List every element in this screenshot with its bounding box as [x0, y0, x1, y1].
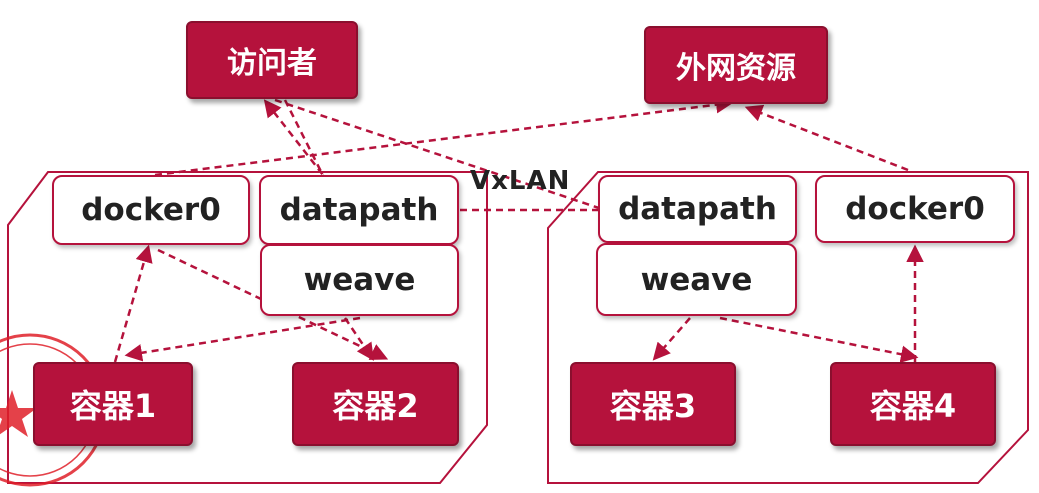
edge-weave-c3 — [652, 317, 691, 361]
vxlan-label: VxLAN — [470, 166, 571, 196]
container-4: 容器4 — [830, 362, 996, 446]
docker0-left: docker0 — [52, 175, 250, 245]
datapath-right: datapath — [598, 175, 797, 243]
container-1: 容器1 — [33, 362, 193, 446]
edge-c1-docker0-left — [113, 244, 153, 363]
edge-docker0-left-external — [154, 96, 734, 177]
container-3: 容器3 — [570, 362, 736, 446]
edge-weave-c4 — [719, 316, 919, 363]
datapath-left: datapath — [259, 175, 459, 245]
visitor-node: 访问者 — [186, 21, 358, 99]
container-2: 容器2 — [292, 362, 459, 446]
edge-weave-c2 — [343, 317, 374, 361]
external-resource-node: 外网资源 — [644, 26, 828, 104]
weave-left: weave — [260, 244, 459, 316]
edge-docker0-right-external — [744, 104, 909, 172]
weave-right: weave — [596, 243, 797, 316]
docker0-right: docker0 — [815, 175, 1015, 243]
edge-weave-c1 — [124, 316, 361, 362]
